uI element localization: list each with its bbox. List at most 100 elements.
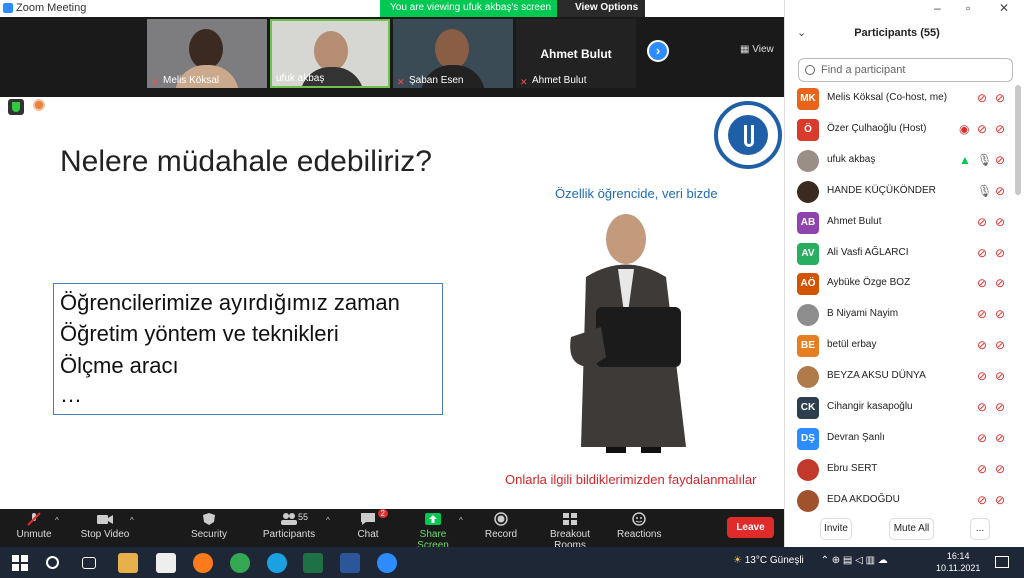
mic-muted-icon [27,512,41,526]
mic-muted-icon[interactable]: ⊘ [977,246,991,260]
firefox-icon[interactable] [193,553,213,573]
mic-muted-icon[interactable]: ⊘ [977,493,991,507]
mic-muted-icon[interactable]: ⊘ [977,400,991,414]
participant-name: Ahmet Bulut [827,215,882,227]
chat-unread-badge: 2 [377,509,388,518]
mic-muted-icon[interactable]: ⊘ [977,431,991,445]
participant-row[interactable]: B Niyami Nayim ⊘ ⊘ [785,300,1017,330]
word-icon[interactable] [340,553,360,573]
participant-row[interactable]: BEYZA AKSU DÜNYA ⊘ ⊘ [785,362,1017,392]
thumbnail-display-name: Ahmet Bulut [540,47,612,61]
video-off-icon[interactable]: ⊘ [995,369,1009,383]
avatar: CK [797,397,819,419]
video-off-icon[interactable]: ⊘ [995,276,1009,290]
sharing-screen-icon: ▲ [959,152,971,167]
avatar [797,180,819,203]
next-page-icon[interactable]: › [647,40,669,62]
record-button[interactable]: Record [484,512,518,540]
invite-button[interactable]: Invite [820,518,852,540]
participant-search-input[interactable]: Find a participant [798,58,1013,82]
encryption-shield-icon[interactable] [8,99,24,115]
notifications-icon[interactable] [995,556,1009,568]
avatar [797,489,819,512]
minimize-icon[interactable]: – [934,1,941,15]
video-off-icon[interactable]: ⊘ [995,184,1009,198]
zoom-taskbar-icon[interactable] [377,553,397,573]
share-screen-button[interactable]: Share Screen [405,512,461,551]
view-layout-button[interactable]: ▦ View [740,44,774,55]
participant-row[interactable]: MK Melis Köksal (Co-host, me) ⊘ ⊘ [785,84,1017,114]
mic-muted-icon[interactable]: ⊘ [977,369,991,383]
chat-button[interactable]: 2 Chat [356,509,388,540]
participants-caret[interactable]: ^ [326,516,330,525]
share-options-caret[interactable]: ^ [459,516,463,525]
reactions-button[interactable]: Reactions [617,512,661,540]
chrome-icon[interactable] [230,553,250,573]
participant-row[interactable]: ◉ Ö Özer Çulhaoğlu (Host) ⊘ ⊘ [785,115,1017,145]
leave-button[interactable]: Leave [727,517,774,538]
participant-row[interactable]: AV Ali Vasfi AĞLARCI ⊘ ⊘ [785,239,1017,269]
mic-icon[interactable]: 🎙 [977,153,992,167]
more-options-button[interactable]: ... [970,518,990,540]
mic-icon[interactable]: 🎙 [977,184,992,198]
video-off-icon[interactable]: ⊘ [995,246,1009,260]
mic-muted-icon[interactable]: ⊘ [977,338,991,352]
search-icon [805,65,815,75]
video-off-icon[interactable]: ⊘ [995,400,1009,414]
participant-row[interactable]: DŞ Devran Şanlı ⊘ ⊘ [785,424,1017,454]
mute-all-button[interactable]: Mute All [889,518,934,540]
video-options-caret[interactable]: ^ [130,516,134,525]
breakout-rooms-icon [563,513,577,525]
participant-row[interactable]: AÖ Aybüke Özge BOZ ⊘ ⊘ [785,269,1017,299]
video-off-icon[interactable]: ⊘ [995,122,1009,136]
video-off-icon[interactable]: ⊘ [995,153,1009,167]
video-thumbnail-melis[interactable]: ✕ Melis Köksal [147,19,267,88]
file-explorer-icon[interactable] [118,553,138,573]
stop-video-button[interactable]: Stop Video [80,512,130,540]
search-icon[interactable] [46,556,59,569]
windows-start-icon[interactable] [10,553,30,573]
participant-row[interactable]: ▲ ufuk akbaş 🎙 ⊘ [785,146,1017,176]
video-off-icon[interactable]: ⊘ [995,431,1009,445]
video-off-icon[interactable]: ⊘ [995,338,1009,352]
excel-icon[interactable] [303,553,323,573]
thumbnail-name: Şaban Esen [409,75,464,86]
host-recording-icon: ◉ [959,121,970,136]
video-thumbnail-ahmet[interactable]: Ahmet Bulut ✕ Ahmet Bulut [516,19,636,88]
video-thumbnail-saban[interactable]: ✕ Şaban Esen [393,19,513,88]
video-off-icon[interactable]: ⊘ [995,307,1009,321]
store-icon[interactable] [156,553,176,573]
task-view-icon[interactable] [82,557,96,569]
participant-row[interactable]: CK Cihangir kasapoğlu ⊘ ⊘ [785,393,1017,423]
close-icon[interactable]: ✕ [999,1,1009,15]
mic-muted-icon[interactable]: ⊘ [977,276,991,290]
mic-muted-icon[interactable]: ⊘ [977,91,991,105]
audio-options-caret[interactable]: ^ [55,516,59,525]
participant-row[interactable]: EDA AKDOĞDU ⊘ ⊘ [785,486,1017,516]
video-thumbnail-ufuk[interactable]: ufuk akbaş [270,19,390,88]
taskbar-clock[interactable]: 16:14 10.11.2021 [936,550,980,574]
breakout-rooms-button[interactable]: Breakout Rooms [536,512,604,551]
video-off-icon[interactable]: ⊘ [995,493,1009,507]
mic-muted-icon[interactable]: ⊘ [977,122,991,136]
edge-icon[interactable] [267,553,287,573]
participants-scrollbar[interactable] [1015,85,1021,195]
participant-row[interactable]: BE betül erbay ⊘ ⊘ [785,331,1017,361]
video-off-icon[interactable]: ⊘ [995,215,1009,229]
participant-row[interactable]: HANDE KÜÇÜKÖNDER 🎙 ⊘ [785,177,1017,207]
recording-indicator-icon [33,99,45,111]
unmute-button[interactable]: Unmute [14,512,54,540]
maximize-icon[interactable]: ▫ [966,1,970,15]
mic-muted-icon[interactable]: ⊘ [977,462,991,476]
view-options-button[interactable]: View Options [557,0,645,17]
thumbnail-name: Melis Köksal [163,75,220,86]
video-off-icon[interactable]: ⊘ [995,91,1009,105]
mic-muted-icon[interactable]: ⊘ [977,215,991,229]
weather-text[interactable]: 13°C Güneşli [745,555,804,566]
tray-icons[interactable]: ⌃ ⊕ ▤ ◁ ▥ ☁ [821,555,888,566]
security-button[interactable]: Security [188,512,230,540]
participant-row[interactable]: AB Ahmet Bulut ⊘ ⊘ [785,208,1017,238]
participant-row[interactable]: Ebru SERT ⊘ ⊘ [785,455,1017,485]
mic-muted-icon[interactable]: ⊘ [977,307,991,321]
video-off-icon[interactable]: ⊘ [995,462,1009,476]
